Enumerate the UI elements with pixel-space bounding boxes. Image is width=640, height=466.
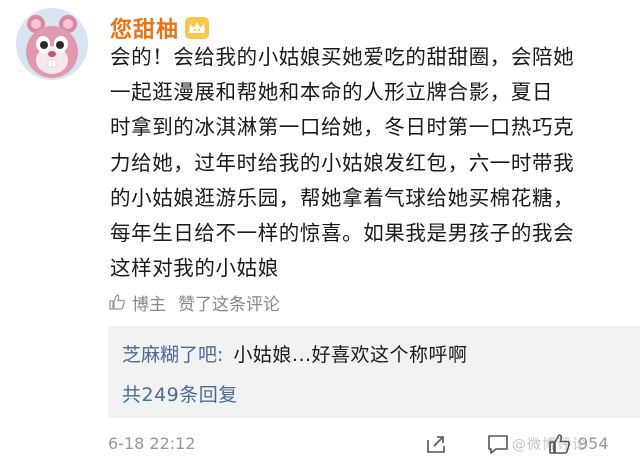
- liked-by-name[interactable]: 博主: [132, 290, 166, 315]
- share-icon[interactable]: [424, 432, 448, 456]
- reply-preview[interactable]: 芝麻糊了吧: 小姑娘...好喜欢这个称呼啊 共249条回复: [108, 326, 640, 418]
- thumbs-up-icon: [109, 294, 126, 310]
- author-liked-row: 博主 赞了这条评论: [108, 288, 280, 316]
- timestamp: 6-18 22:12: [108, 434, 196, 453]
- user-header: 您甜柚: [110, 14, 210, 43]
- comment-text: 会的！会给我的小姑娘买她爱吃的甜甜圈，会陪她 一起逛漫展和帮她和本命的人形立牌合…: [110, 45, 575, 281]
- comment-icon[interactable]: [486, 432, 510, 456]
- cartoon-squirrel-avatar-icon: [16, 8, 88, 80]
- like-count: 954: [578, 434, 609, 453]
- comment-footer: 6-18 22:12 @微博评论 954: [108, 428, 640, 462]
- view-all-replies-link[interactable]: 共249条回复: [122, 380, 238, 407]
- reply-text: 小姑娘...好喜欢这个称呼啊: [233, 344, 468, 366]
- reply-item: 芝麻糊了吧: 小姑娘...好喜欢这个称呼啊: [122, 340, 468, 367]
- vip-crown-icon: [185, 17, 210, 39]
- avatar[interactable]: [16, 8, 88, 80]
- liked-label: 赞了这条评论: [178, 294, 280, 315]
- like-icon[interactable]: [548, 432, 572, 456]
- reply-author-link[interactable]: 芝麻糊了吧:: [122, 340, 223, 367]
